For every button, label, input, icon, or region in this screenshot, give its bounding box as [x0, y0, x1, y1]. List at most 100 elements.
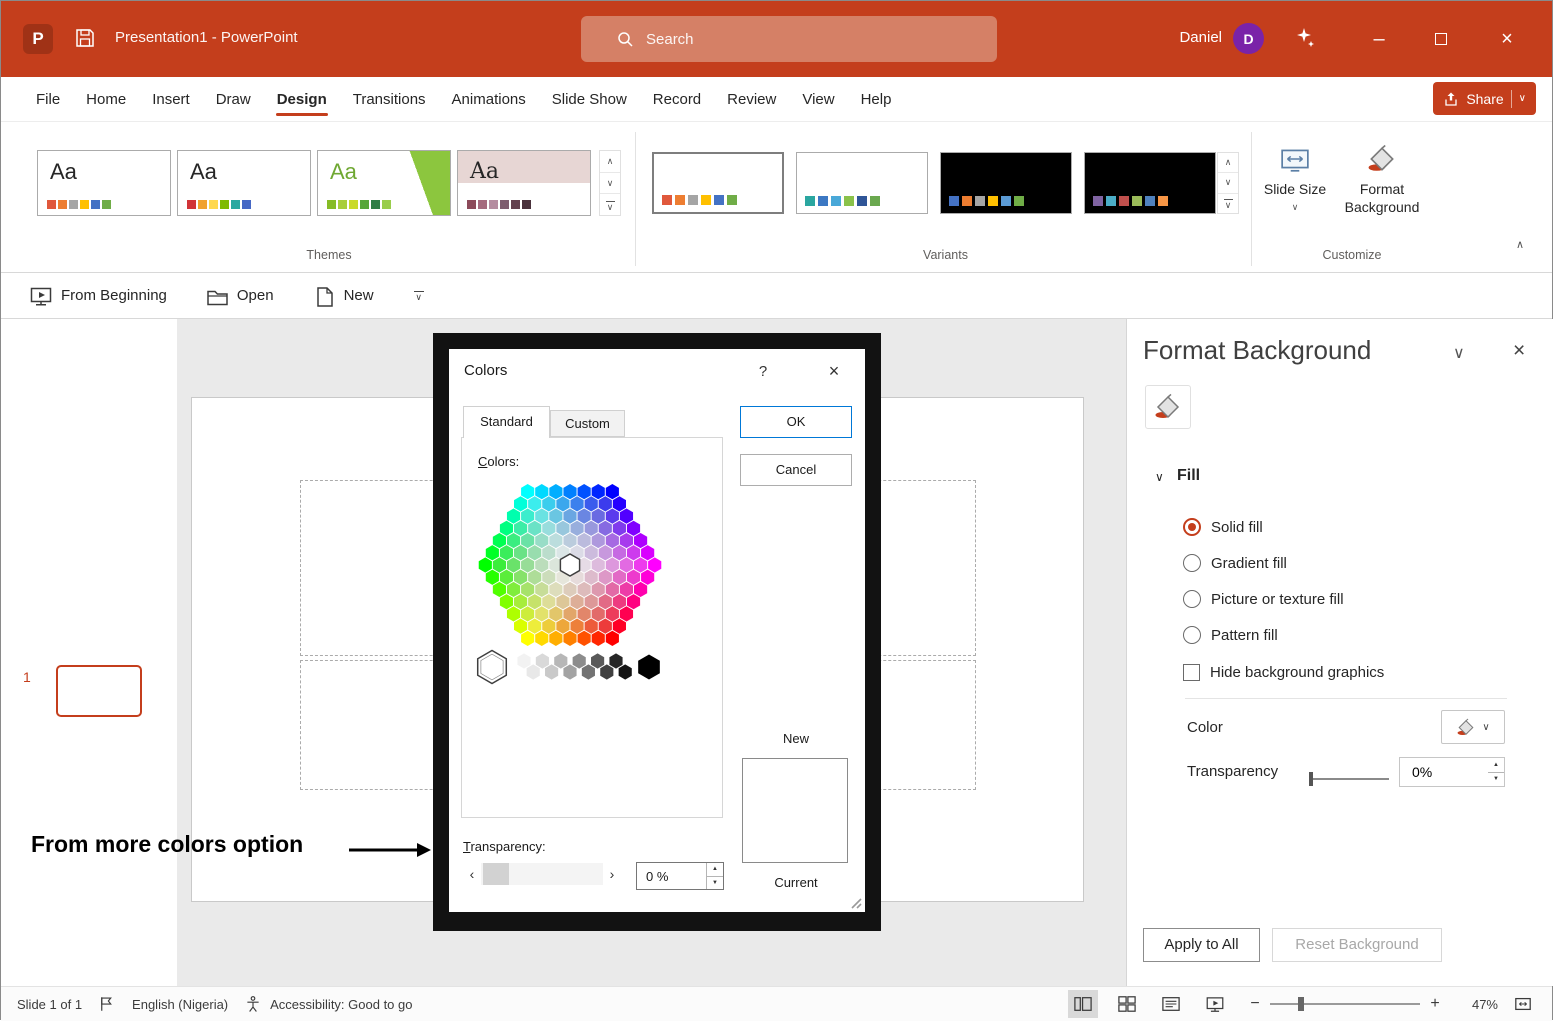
- fit-slide-to-window-button[interactable]: [1508, 990, 1538, 1018]
- variant-thumbnail-4[interactable]: [1084, 152, 1216, 214]
- theme-thumbnail-3[interactable]: Aa: [317, 150, 451, 216]
- tab-standard[interactable]: Standard: [463, 406, 550, 438]
- tab-slide-show[interactable]: Slide Show: [539, 77, 640, 121]
- scroll-right-icon[interactable]: ›: [603, 863, 621, 885]
- transparency-scrollbar-track[interactable]: [481, 863, 603, 885]
- themes-scroll-down-icon[interactable]: ∨: [600, 173, 620, 195]
- pane-close-icon[interactable]: ×: [1513, 339, 1525, 363]
- tab-insert[interactable]: Insert: [139, 77, 203, 121]
- close-window-button[interactable]: ×: [1484, 17, 1530, 61]
- theme-thumbnail-2[interactable]: Aa: [177, 150, 311, 216]
- tab-draw[interactable]: Draw: [203, 77, 264, 121]
- zoom-slider-thumb[interactable]: [1298, 997, 1304, 1011]
- coach-wand-icon[interactable]: [1291, 25, 1317, 56]
- cancel-button[interactable]: Cancel: [740, 454, 852, 486]
- radio-selected-icon[interactable]: [1183, 518, 1201, 536]
- theme-thumbnail-1[interactable]: Aa: [37, 150, 171, 216]
- tab-record[interactable]: Record: [640, 77, 714, 121]
- slideshow-view-button[interactable]: [1200, 990, 1230, 1018]
- tab-help[interactable]: Help: [848, 77, 905, 121]
- quick-access-overflow-button[interactable]: ∨: [414, 291, 424, 301]
- fill-option-gradient[interactable]: Gradient fill: [1183, 552, 1287, 574]
- hide-background-graphics-option[interactable]: Hide background graphics: [1183, 661, 1384, 683]
- normal-view-button[interactable]: [1068, 990, 1098, 1018]
- slide-size-button[interactable]: Slide Size ∨: [1263, 144, 1327, 216]
- fill-section-header[interactable]: Fill: [1177, 467, 1200, 485]
- themes-scroll-up-icon[interactable]: ∧: [600, 151, 620, 173]
- user-avatar[interactable]: D: [1233, 23, 1264, 54]
- themes-more-button[interactable]: ∨: [600, 194, 620, 215]
- scroll-left-icon[interactable]: ‹: [463, 863, 481, 885]
- fill-option-pattern[interactable]: Pattern fill: [1183, 624, 1278, 646]
- accessibility-status[interactable]: Accessibility: Good to go: [270, 997, 412, 1012]
- variants-scroll-up-icon[interactable]: ∧: [1218, 153, 1238, 173]
- pane-chevron-down-icon[interactable]: ∨: [1453, 343, 1465, 363]
- transparency-value[interactable]: 0%: [1400, 758, 1488, 786]
- fill-option-picture[interactable]: Picture or texture fill: [1183, 588, 1344, 610]
- maximize-button[interactable]: [1418, 17, 1464, 61]
- language-indicator[interactable]: English (Nigeria): [132, 997, 228, 1012]
- tab-view[interactable]: View: [789, 77, 847, 121]
- spin-up-icon[interactable]: ▲: [707, 863, 723, 877]
- radio-icon[interactable]: [1183, 554, 1201, 572]
- tab-custom[interactable]: Custom: [550, 410, 625, 437]
- zoom-slider-track[interactable]: [1270, 1003, 1420, 1005]
- tab-design[interactable]: Design: [264, 77, 340, 121]
- from-beginning-button[interactable]: From Beginning: [29, 285, 167, 307]
- grayscale-hex-strip[interactable]: [474, 646, 674, 688]
- share-button[interactable]: Share ∨: [1433, 82, 1536, 115]
- color-picker-button[interactable]: ∨: [1441, 710, 1505, 744]
- fill-section-chevron-icon[interactable]: ∨: [1155, 470, 1164, 484]
- variant-thumbnail-1[interactable]: [652, 152, 784, 214]
- search-bar[interactable]: [581, 16, 997, 62]
- slide-indicator[interactable]: Slide 1 of 1: [17, 997, 82, 1012]
- ok-button[interactable]: OK: [740, 406, 852, 438]
- spin-down-icon[interactable]: ▼: [1488, 773, 1504, 787]
- help-icon[interactable]: ?: [751, 360, 775, 384]
- tab-file[interactable]: File: [23, 77, 73, 121]
- variants-more-button[interactable]: ∨: [1218, 194, 1238, 213]
- save-icon[interactable]: [73, 26, 97, 55]
- reading-view-button[interactable]: [1156, 990, 1186, 1018]
- reset-background-button[interactable]: Reset Background: [1272, 928, 1442, 962]
- transparency-slider-track[interactable]: [1309, 778, 1389, 780]
- checkbox-icon[interactable]: [1183, 664, 1200, 681]
- tab-transitions[interactable]: Transitions: [340, 77, 439, 121]
- fill-bucket-tab[interactable]: [1145, 385, 1191, 429]
- new-button[interactable]: New: [312, 285, 374, 307]
- variants-scroll-down-icon[interactable]: ∨: [1218, 173, 1238, 193]
- transparency-slider-thumb[interactable]: [1309, 772, 1313, 786]
- flag-icon[interactable]: [98, 994, 116, 1014]
- collapse-ribbon-icon[interactable]: ∧: [1516, 238, 1524, 251]
- standard-colors-hex-palette[interactable]: [474, 480, 666, 650]
- zoom-in-button[interactable]: +: [1424, 995, 1446, 1013]
- zoom-level[interactable]: 47%: [1452, 997, 1498, 1012]
- open-button[interactable]: Open: [205, 285, 274, 307]
- spin-up-icon[interactable]: ▲: [1488, 758, 1504, 773]
- apply-to-all-button[interactable]: Apply to All: [1143, 928, 1260, 962]
- slide-sorter-view-button[interactable]: [1112, 990, 1142, 1018]
- theme-thumbnail-4[interactable]: Aa: [457, 150, 591, 216]
- format-background-button[interactable]: Format Background: [1337, 144, 1427, 216]
- search-input[interactable]: [646, 31, 983, 48]
- variant-thumbnail-3[interactable]: [940, 152, 1072, 214]
- dialog-resize-grip[interactable]: [848, 895, 862, 909]
- tab-review[interactable]: Review: [714, 77, 789, 121]
- close-dialog-icon[interactable]: ×: [819, 358, 849, 384]
- transparency-scrollbar-thumb[interactable]: [483, 863, 509, 885]
- slide-1-thumbnail[interactable]: [56, 665, 142, 717]
- tab-home[interactable]: Home: [73, 77, 139, 121]
- fill-option-solid[interactable]: Solid fill: [1183, 516, 1263, 538]
- variant-thumbnail-2[interactable]: [796, 152, 928, 214]
- radio-icon[interactable]: [1183, 626, 1201, 644]
- chevron-down-icon[interactable]: ∨: [1519, 93, 1526, 104]
- transparency-value[interactable]: 0 %: [637, 863, 706, 889]
- zoom-out-button[interactable]: −: [1244, 995, 1266, 1013]
- tab-animations[interactable]: Animations: [439, 77, 539, 121]
- spin-down-icon[interactable]: ▼: [707, 877, 723, 890]
- accessibility-icon[interactable]: [244, 994, 262, 1014]
- minimize-button[interactable]: –: [1356, 17, 1402, 61]
- radio-icon[interactable]: [1183, 590, 1201, 608]
- new-document-icon: [312, 285, 336, 307]
- powerpoint-logo-icon[interactable]: P: [23, 24, 53, 54]
